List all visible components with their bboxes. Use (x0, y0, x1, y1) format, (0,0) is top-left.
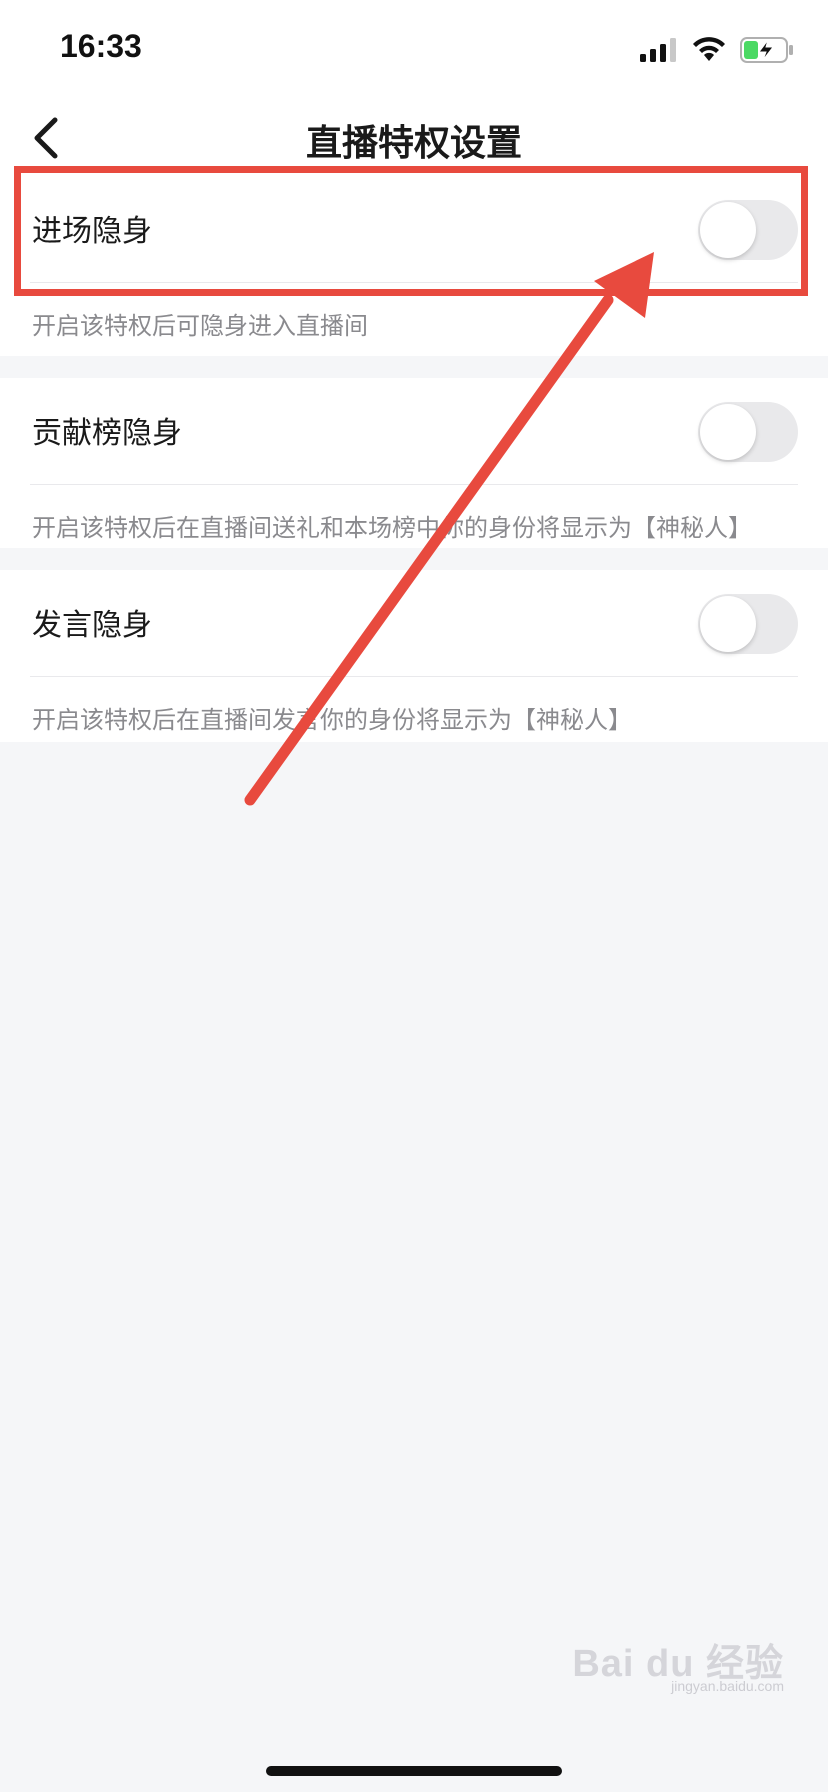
watermark-url: jingyan.baidu.com (671, 1678, 784, 1694)
status-bar: 16:33 (0, 0, 828, 100)
nav-bar: 直播特权设置 (0, 100, 828, 176)
toggle-knob (700, 202, 756, 258)
chat-stealth-toggle[interactable] (698, 594, 798, 654)
status-time: 16:33 (60, 28, 142, 64)
entry-stealth-toggle[interactable] (698, 200, 798, 260)
home-indicator[interactable] (266, 1766, 562, 1776)
setting-row-chat-stealth: 发言隐身 (0, 570, 828, 676)
divider (30, 282, 798, 283)
toggle-knob (700, 404, 756, 460)
setting-section-ranking-stealth: 贡献榜隐身 开启该特权后在直播间送礼和本场榜中你的身份将显示为【神秘人】 (0, 378, 828, 548)
battery-charging-icon (740, 37, 793, 63)
setting-section-entry-stealth: 进场隐身 开启该特权后可隐身进入直播间 (0, 176, 828, 356)
setting-row-ranking-stealth: 贡献榜隐身 (0, 378, 828, 484)
status-icons (640, 34, 794, 66)
setting-section-chat-stealth: 发言隐身 开启该特权后在直播间发言你的身份将显示为【神秘人】 (0, 570, 828, 742)
divider (30, 676, 798, 677)
setting-label: 发言隐身 (32, 608, 152, 643)
setting-description: 开启该特权后在直播间发言你的身份将显示为【神秘人】 (32, 706, 632, 734)
setting-description: 开启该特权后在直播间送礼和本场榜中你的身份将显示为【神秘人】 (32, 514, 752, 542)
ranking-stealth-toggle[interactable] (698, 402, 798, 462)
setting-description: 开启该特权后可隐身进入直播间 (32, 312, 368, 340)
setting-label: 进场隐身 (32, 214, 152, 249)
page-title: 直播特权设置 (305, 123, 522, 164)
cellular-signal-icon (640, 38, 676, 62)
setting-label: 贡献榜隐身 (32, 416, 182, 451)
setting-row-entry-stealth: 进场隐身 (0, 176, 828, 282)
toggle-knob (700, 596, 756, 652)
divider (30, 484, 798, 485)
wifi-icon (693, 37, 725, 61)
screen: 16:33 直播特权设置 进场隐身 开启该特权后可隐身进入直播间 贡献榜隐身 开… (0, 0, 828, 1792)
